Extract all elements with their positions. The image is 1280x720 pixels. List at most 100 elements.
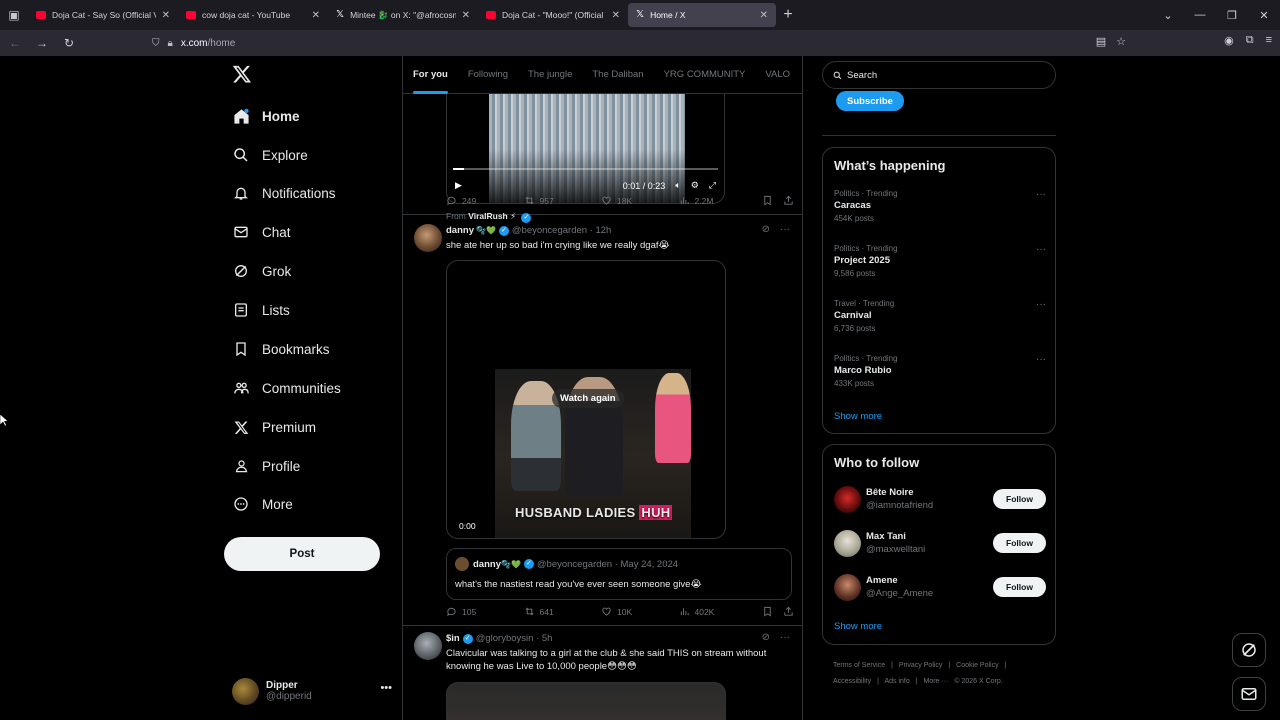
nav-chat[interactable]: Chat [224,217,291,247]
reply-button[interactable]: 249 [446,195,524,206]
more-dots-icon[interactable]: ··· [780,224,790,235]
avatar[interactable] [414,224,442,252]
nav-explore[interactable]: Explore [224,140,308,170]
close-icon[interactable]: ✕ [462,10,470,21]
trend-item[interactable]: Politics · Trending Caracas 454K posts ·… [834,189,1046,223]
accessibility-link[interactable]: Accessibility [833,678,871,685]
follow-button[interactable]: Follow [993,489,1046,509]
follow-button[interactable]: Follow [993,533,1046,553]
more-dots-icon[interactable]: ··· [1036,244,1046,255]
new-tab-icon[interactable]: + [776,6,800,24]
nav-more[interactable]: More [224,489,293,519]
bookmark-button[interactable] [762,606,773,617]
views-button[interactable]: 2.2M [679,195,757,206]
trend-item[interactable]: Politics · Trending Marco Rubio 433K pos… [834,354,1046,388]
post-button[interactable]: Post [224,537,380,571]
close-icon[interactable]: ✕ [312,10,320,21]
like-button[interactable]: 10K [601,606,679,617]
reader-view-icon[interactable]: ▤ [1096,35,1106,48]
grok-icon[interactable]: ⊘ [762,632,770,643]
tab-yrg-community[interactable]: YRG COMMUNITY [654,56,756,94]
follow-suggestion[interactable]: Max Tani @maxwelltani Follow [834,526,1046,560]
watch-again-button[interactable]: Watch again [552,389,624,408]
close-window-icon[interactable]: ✕ [1248,9,1280,22]
close-icon[interactable]: ✕ [760,10,768,21]
tab-the-daliban[interactable]: The Daliban [582,56,653,94]
trend-item[interactable]: Politics · Trending Project 2025 9,586 p… [834,244,1046,278]
quoted-tweet[interactable]: danny 🫧💚 ✓ @beyoncegarden · May 24, 2024… [446,548,792,600]
video-progress-bar[interactable] [453,168,718,170]
url-bar[interactable]: ⛉ 🔒︎ x.com/home ▤ ☆ [152,33,1130,53]
back-icon[interactable]: ← [3,36,27,50]
reply-button[interactable]: 105 [446,606,524,617]
volume-icon[interactable]: 🔈︎ [675,180,680,191]
browser-tab[interactable]: 𝕏 Mintee 🐉 on X: "@afrocosmist ✕ [328,3,478,27]
repost-button[interactable]: 957 [524,195,602,206]
like-button[interactable]: 18K [601,195,679,206]
follow-suggestion[interactable]: Bête Noire @iamnotafriend Follow [834,482,1046,516]
more-dots-icon[interactable]: ··· [1036,189,1046,200]
browser-tab[interactable]: Doja Cat - "Mooo!" (Official Vid ✕ [478,3,628,27]
author-name[interactable]: danny [446,225,474,236]
tweet[interactable]: $in ✓ @gloryboysin · 5h ⊘ ··· Clavicular… [403,626,802,720]
fullscreen-icon[interactable]: ⤢ [709,180,716,191]
star-icon[interactable]: ☆ [1116,35,1126,48]
account-icon[interactable]: ◉ [1224,34,1234,47]
follow-suggestion[interactable]: Amene @Ange_Amene Follow [834,570,1046,604]
tab-valo[interactable]: VALO [755,56,800,94]
nav-premium[interactable]: Premium [224,412,316,442]
more-link[interactable]: More ··· [924,678,949,685]
x-logo-icon[interactable] [232,64,252,84]
tab-the-jungle[interactable]: The jungle [518,56,582,94]
nav-grok[interactable]: Grok [224,256,291,286]
cookie-link[interactable]: Cookie Policy [956,662,998,669]
search-input[interactable]: Search [822,61,1056,89]
video-player[interactable] [446,682,726,720]
grok-float-button[interactable] [1232,633,1266,667]
ads-info-link[interactable]: Ads info [884,678,909,685]
close-icon[interactable]: ✕ [612,10,620,21]
share-button[interactable] [783,606,794,617]
tweet[interactable]: danny 🫧💚 ✓ @beyoncegarden · 12h ⊘ ··· sh… [403,215,802,626]
grok-icon[interactable]: ⊘ [762,224,770,235]
follow-button[interactable]: Follow [993,577,1046,597]
tab-list-icon[interactable]: ▣ [0,0,28,30]
trend-item[interactable]: Travel · Trending Carnival 6,736 posts ·… [834,299,1046,333]
repost-button[interactable]: 641 [524,606,602,617]
terms-link[interactable]: Terms of Service [833,662,885,669]
chevron-down-icon[interactable]: ⌄ [1152,9,1184,22]
nav-notifications[interactable]: Notifications [224,178,336,208]
more-dots-icon[interactable]: ··· [1036,299,1046,310]
handle-time[interactable]: @gloryboysin · 5h [476,633,553,644]
nav-home[interactable]: Home [224,101,300,131]
tab-following[interactable]: Following [458,56,518,94]
more-dots-icon[interactable]: ••• [380,682,392,694]
messages-float-button[interactable] [1232,677,1266,711]
forward-icon[interactable]: → [30,36,54,50]
browser-tab[interactable]: Doja Cat - Say So (Official V ✕ [28,3,178,27]
privacy-link[interactable]: Privacy Policy [899,662,943,669]
author-name[interactable]: $in [446,633,460,644]
minimize-icon[interactable]: — [1184,9,1216,21]
nav-communities[interactable]: Communities [224,373,341,403]
lock-icon[interactable]: 🔒︎ [168,38,173,49]
extensions-icon[interactable]: ⧉ [1246,34,1254,47]
handle-time[interactable]: @beyoncegarden · 12h [512,225,611,236]
settings-gear-icon[interactable]: ⚙ [691,180,699,191]
reload-icon[interactable]: ↻ [57,36,81,50]
more-dots-icon[interactable]: ··· [780,632,790,643]
play-icon[interactable]: ▶ [455,180,462,191]
nav-profile[interactable]: Profile [224,451,300,481]
more-dots-icon[interactable]: ··· [1036,354,1046,365]
account-switcher[interactable]: Dipper @dipperid ••• [232,676,392,706]
subscribe-button[interactable]: Subscribe [836,91,904,111]
menu-icon[interactable]: ≡ [1266,34,1272,47]
maximize-icon[interactable]: ❐ [1216,9,1248,22]
shield-icon[interactable]: ⛉ [152,38,160,49]
bookmark-button[interactable] [762,195,773,206]
nav-bookmarks[interactable]: Bookmarks [224,334,330,364]
tab-for-you[interactable]: For you [403,56,458,94]
video-player[interactable]: Watch again HUSBAND LADIES HUH 0:00 [446,260,726,539]
avatar[interactable] [414,632,442,660]
show-more-link[interactable]: Show more [834,411,882,422]
